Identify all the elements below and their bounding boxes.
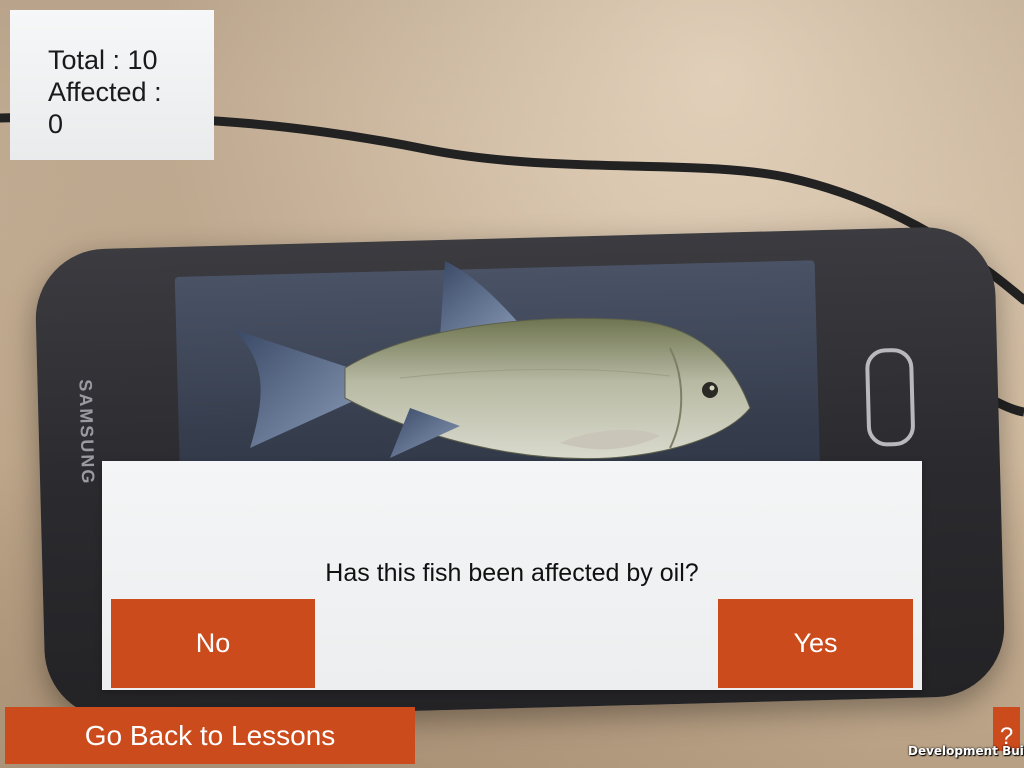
- ar-camera-view: SAMSUNG Total: 10 Affected: 0 Has this…: [0, 0, 1024, 768]
- phone-brand-text: SAMSUNG: [75, 379, 99, 486]
- phone-home-button: [864, 347, 916, 447]
- fish-icon: [235, 261, 751, 460]
- total-count-label: Total : 10: [48, 45, 158, 75]
- score-panel: Total : 10 Affected : 0: [10, 10, 214, 160]
- question-dialog: Has this fish been affected by oil? No Y…: [102, 461, 922, 690]
- question-text: Has this fish been affected by oil?: [325, 559, 699, 587]
- yes-button[interactable]: Yes: [718, 599, 913, 688]
- affected-count-value: 0: [48, 109, 64, 139]
- development-build-label: Development Build: [908, 744, 1024, 758]
- go-back-to-lessons-button[interactable]: Go Back to Lessons: [5, 707, 415, 764]
- affected-count-label: Affected :: [48, 77, 162, 107]
- no-button[interactable]: No: [111, 599, 315, 688]
- fish-model[interactable]: [230, 258, 760, 473]
